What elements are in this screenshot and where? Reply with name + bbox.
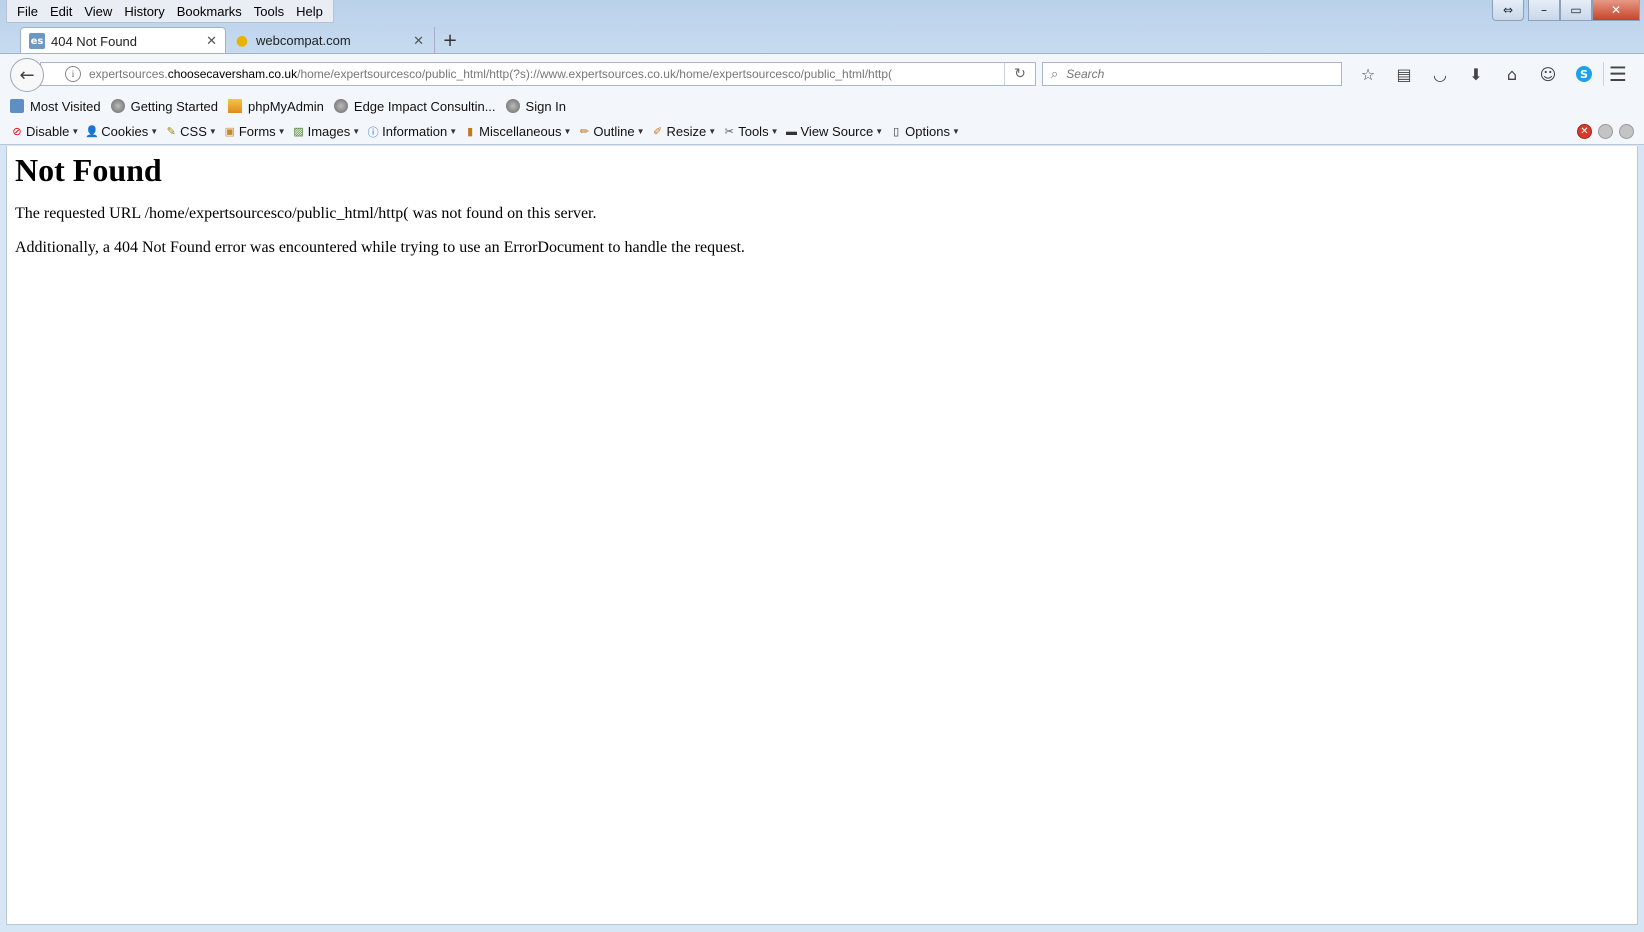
menu-view[interactable]: View: [78, 4, 118, 19]
dropdown-caret-icon: ▼: [150, 127, 159, 136]
dropdown-caret-icon: ▼: [277, 127, 286, 136]
dropdown-caret-icon: ▼: [951, 127, 960, 136]
reload-icon[interactable]: ↻: [1004, 63, 1035, 85]
search-bar[interactable]: ⌕: [1042, 62, 1342, 86]
download-icon[interactable]: ⬇: [1458, 62, 1494, 86]
bookmark-sign-in[interactable]: Sign In: [505, 99, 566, 114]
search-input[interactable]: [1064, 66, 1309, 82]
menu-tools[interactable]: Tools: [248, 4, 290, 19]
dev-view-source-menu[interactable]: ▬ View Source ▼: [785, 124, 884, 139]
tools-icon: ✂: [724, 126, 734, 138]
information-icon: ⓘ: [367, 126, 379, 139]
dev-options-menu[interactable]: ▯ Options ▼: [889, 124, 960, 139]
bookmark-phpmyadmin[interactable]: phpMyAdmin: [228, 99, 324, 114]
dropdown-caret-icon: ▼: [875, 127, 884, 136]
site-favicon-icon: es: [29, 33, 45, 49]
forms-icon: ▣: [224, 126, 236, 138]
disable-icon: ⊘: [12, 126, 22, 138]
dev-images-menu[interactable]: ▨ Images ▼: [292, 124, 361, 139]
new-tab-icon[interactable]: +: [434, 27, 465, 54]
close-tab-icon[interactable]: ✕: [206, 33, 217, 49]
dev-information-menu[interactable]: ⓘ Information ▼: [366, 124, 457, 139]
chat-icon[interactable]: ☺: [1530, 62, 1566, 86]
navigation-toolbar: i expertsources.choosecaversham.co.uk/ho…: [0, 53, 1644, 94]
bookmark-edge-impact[interactable]: Edge Impact Consultin...: [333, 99, 496, 114]
back-button[interactable]: ←: [10, 58, 44, 92]
dev-css-menu[interactable]: ✎ CSS ▼: [164, 124, 217, 139]
reading-list-icon[interactable]: ▤: [1386, 62, 1422, 86]
bookmark-most-visited[interactable]: Most Visited: [10, 99, 101, 114]
tab-strip: es 404 Not Found ✕ ● webcompat.com ✕ +: [20, 26, 465, 54]
url-bar[interactable]: i expertsources.choosecaversham.co.uk/ho…: [40, 62, 1036, 86]
menu-bar: File Edit View History Bookmarks Tools H…: [6, 0, 334, 23]
tab-title: webcompat.com: [256, 33, 351, 48]
dropdown-caret-icon: ▼: [71, 127, 80, 136]
url-text[interactable]: expertsources.choosecaversham.co.uk/home…: [89, 67, 1004, 81]
toolbar-icons: ☆ ▤ ◡ ⬇ ⌂ ☺ S: [1350, 62, 1602, 86]
dropdown-caret-icon: ▼: [352, 127, 361, 136]
restore-down-icon[interactable]: ⇔: [1492, 0, 1524, 21]
images-icon: ▨: [293, 126, 304, 138]
pma-icon: [228, 99, 243, 113]
error-message: The requested URL /home/expertsourcesco/…: [15, 205, 597, 222]
window-controls: – ▭ ✕: [1528, 0, 1640, 21]
dev-outline-menu[interactable]: ✏ Outline ▼: [577, 124, 645, 139]
webcompat-icon: ●: [235, 32, 249, 49]
most-visited-icon: [10, 99, 24, 113]
dev-tools-menu[interactable]: ✂ Tools ▼: [722, 124, 779, 139]
globe-icon: [505, 99, 520, 113]
globe-icon: [110, 99, 125, 113]
cookies-icon: 👤: [85, 126, 100, 138]
menu-history[interactable]: History: [118, 4, 170, 19]
dropdown-caret-icon: ▼: [208, 127, 217, 136]
dev-miscellaneous-menu[interactable]: ▮ Miscellaneous ▼: [463, 124, 571, 139]
web-developer-toolbar: ⊘ Disable ▼ 👤 Cookies ▼ ✎ CSS ▼ ▣ Forms ▼ ▨ Image…: [0, 119, 1644, 145]
bookmarks-toolbar: Most Visited Getting Started phpMyAdmin …: [0, 93, 1644, 119]
hamburger-menu-icon[interactable]: ☰: [1603, 62, 1632, 86]
maximize-icon[interactable]: ▭: [1560, 0, 1592, 21]
close-window-icon[interactable]: ✕: [1592, 0, 1640, 21]
site-info-icon[interactable]: i: [65, 66, 81, 82]
menu-help[interactable]: Help: [290, 4, 329, 19]
dropdown-caret-icon: ▼: [636, 127, 645, 136]
page-title: Not Found: [15, 152, 162, 188]
dropdown-caret-icon: ▼: [449, 127, 458, 136]
dev-disable-menu[interactable]: ⊘ Disable ▼: [10, 124, 79, 139]
back-arrow-icon: ←: [19, 64, 35, 86]
globe-icon: [333, 99, 348, 113]
status-dot-icon[interactable]: [1619, 124, 1634, 139]
search-icon: ⌕: [1051, 66, 1059, 82]
dropdown-caret-icon: ▼: [770, 127, 779, 136]
dev-resize-menu[interactable]: ✐ Resize ▼: [651, 124, 717, 139]
dropdown-caret-icon: ▼: [708, 127, 717, 136]
bookmark-getting-started[interactable]: Getting Started: [110, 99, 218, 114]
resize-icon: ✐: [652, 126, 663, 138]
close-tab-icon[interactable]: ✕: [413, 33, 424, 49]
pocket-icon[interactable]: ◡: [1422, 62, 1458, 86]
error-document-message: Additionally, a 404 Not Found error was …: [15, 239, 745, 256]
dev-forms-menu[interactable]: ▣ Forms ▼: [223, 124, 286, 139]
close-toolbar-icon[interactable]: ✕: [1577, 124, 1592, 139]
bookmark-star-icon[interactable]: ☆: [1350, 62, 1386, 86]
options-icon: ▯: [893, 126, 900, 138]
devbar-window-controls: ✕: [1577, 124, 1634, 139]
status-dot-icon[interactable]: [1598, 124, 1613, 139]
menu-file[interactable]: File: [11, 4, 44, 19]
view-source-icon: ▬: [786, 125, 797, 138]
tab-webcompat[interactable]: ● webcompat.com ✕: [226, 27, 432, 54]
page-content: Not Found The requested URL /home/expert…: [6, 146, 1638, 925]
minimize-icon[interactable]: –: [1528, 0, 1560, 21]
tab-title: 404 Not Found: [51, 33, 138, 49]
dropdown-caret-icon: ▼: [563, 127, 572, 136]
skype-icon[interactable]: S: [1566, 62, 1602, 86]
tab-404-not-found[interactable]: es 404 Not Found ✕: [20, 27, 226, 54]
browser-window: File Edit View History Bookmarks Tools H…: [0, 0, 1644, 932]
menu-edit[interactable]: Edit: [44, 4, 78, 19]
outline-icon: ✏: [579, 126, 590, 138]
css-icon: ✎: [166, 126, 176, 138]
miscellaneous-icon: ▮: [467, 126, 474, 138]
home-icon[interactable]: ⌂: [1494, 62, 1530, 86]
menu-bookmarks[interactable]: Bookmarks: [171, 4, 248, 19]
dev-cookies-menu[interactable]: 👤 Cookies ▼: [85, 124, 158, 139]
